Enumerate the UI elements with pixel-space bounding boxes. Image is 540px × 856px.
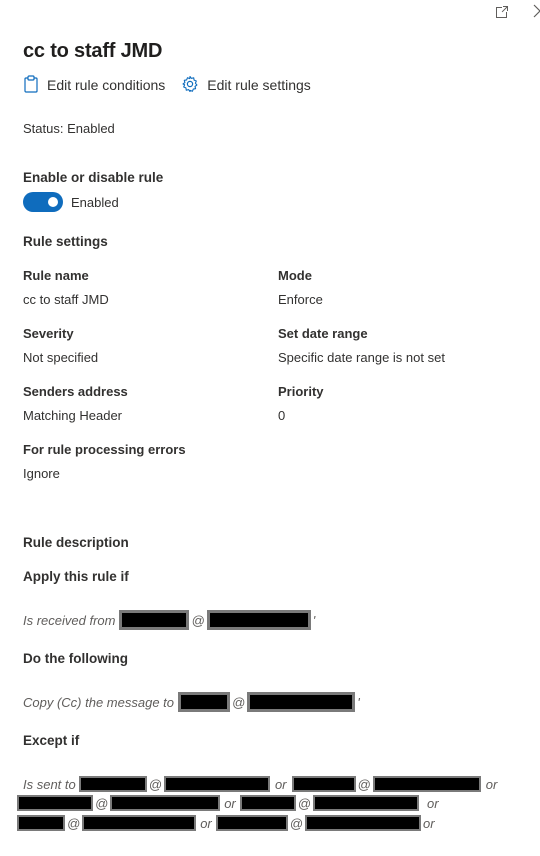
- redacted-block: [82, 815, 197, 831]
- apply-condition-text: Is received from: [23, 612, 116, 628]
- except-line-2: @ or @ or: [17, 795, 447, 811]
- at-sign: @: [289, 815, 303, 831]
- redacted-block: [247, 692, 356, 712]
- chevron-right-icon[interactable]: [531, 4, 540, 18]
- at-sign: @: [148, 776, 162, 792]
- redacted-block: [312, 795, 419, 811]
- toggle-knob: [48, 197, 58, 207]
- rule-name-field: Rule name cc to staff JMD: [23, 268, 263, 307]
- gear-icon: [181, 75, 207, 96]
- redacted-block: [17, 815, 65, 831]
- severity-label: Severity: [23, 326, 74, 341]
- severity-field: Severity Not specified: [23, 326, 263, 365]
- do-heading: Do the following: [23, 651, 128, 666]
- at-sign: @: [191, 612, 205, 628]
- redacted-block: [304, 815, 421, 831]
- redacted-block: [215, 815, 288, 831]
- edit-rule-conditions-button[interactable]: Edit rule conditions: [23, 74, 166, 96]
- except-heading: Except if: [23, 733, 80, 748]
- status-text: Status: Enabled: [23, 121, 115, 136]
- mode-value: Enforce: [278, 292, 323, 307]
- senders-address-field: Senders address Matching Header: [23, 384, 263, 423]
- redacted-block: [239, 795, 296, 811]
- priority-value: 0: [278, 408, 286, 423]
- redacted-block: [163, 776, 270, 792]
- except-line-3: @ or @ or: [17, 815, 437, 831]
- redacted-block: [78, 776, 147, 792]
- except-line-1: Is sent to @ or @ or: [23, 776, 502, 792]
- date-range-value: Specific date range is not set: [278, 350, 445, 365]
- rule-name-label: Rule name: [23, 268, 89, 283]
- clipboard-icon: [23, 74, 47, 96]
- rule-settings-heading: Rule settings: [23, 234, 108, 249]
- senders-address-label: Senders address: [23, 384, 128, 399]
- or-text: or: [224, 795, 236, 811]
- enable-toggle[interactable]: [23, 192, 63, 212]
- rule-description-heading: Rule description: [23, 535, 129, 550]
- redacted-block: [206, 610, 311, 630]
- priority-field: Priority 0: [278, 384, 518, 423]
- or-text: or: [274, 776, 287, 792]
- redacted-block: [291, 776, 356, 792]
- redacted-block: [178, 692, 231, 712]
- mode-label: Mode: [278, 268, 312, 283]
- processing-errors-field: For rule processing errors Ignore: [23, 442, 323, 481]
- processing-errors-value: Ignore: [23, 466, 60, 481]
- do-action: Copy (Cc) the message to @ ': [23, 692, 362, 712]
- page-title: cc to staff JMD: [23, 40, 163, 62]
- edit-rule-settings-button[interactable]: Edit rule settings: [181, 75, 311, 96]
- at-sign: @: [232, 694, 246, 710]
- apply-condition: Is received from @ ': [23, 610, 317, 630]
- or-text: or: [200, 815, 212, 831]
- severity-value: Not specified: [23, 350, 99, 365]
- redacted-block: [119, 610, 190, 630]
- redacted-block: [17, 795, 93, 811]
- mode-field: Mode Enforce: [278, 268, 518, 307]
- rule-name-value: cc to staff JMD: [23, 292, 109, 307]
- enable-heading: Enable or disable rule: [23, 170, 164, 185]
- action-bar: Edit rule conditions Edit rule settings: [23, 74, 311, 96]
- at-sign: @: [357, 776, 371, 792]
- or-text: or: [426, 795, 439, 811]
- at-sign: @: [67, 815, 81, 831]
- date-range-label: Set date range: [278, 326, 368, 341]
- quote-mark: ': [357, 694, 360, 710]
- enable-toggle-row: Enabled: [23, 192, 119, 212]
- priority-label: Priority: [278, 384, 324, 399]
- senders-address-value: Matching Header: [23, 408, 122, 423]
- apply-heading: Apply this rule if: [23, 569, 129, 584]
- date-range-field: Set date range Specific date range is no…: [278, 326, 518, 365]
- redacted-block: [110, 795, 221, 811]
- quote-mark: ': [312, 612, 316, 628]
- edit-rule-conditions-label: Edit rule conditions: [47, 77, 166, 93]
- redacted-block: [372, 776, 481, 792]
- or-text: or: [422, 815, 435, 831]
- do-action-text: Copy (Cc) the message to: [23, 694, 175, 710]
- toggle-state-label: Enabled: [71, 194, 119, 210]
- except-text: Is sent to: [23, 776, 76, 792]
- edit-rule-settings-label: Edit rule settings: [207, 77, 311, 93]
- popout-icon[interactable]: [494, 4, 510, 20]
- at-sign: @: [95, 795, 109, 811]
- processing-errors-label: For rule processing errors: [23, 442, 186, 457]
- or-text: or: [485, 776, 498, 792]
- at-sign: @: [297, 795, 311, 811]
